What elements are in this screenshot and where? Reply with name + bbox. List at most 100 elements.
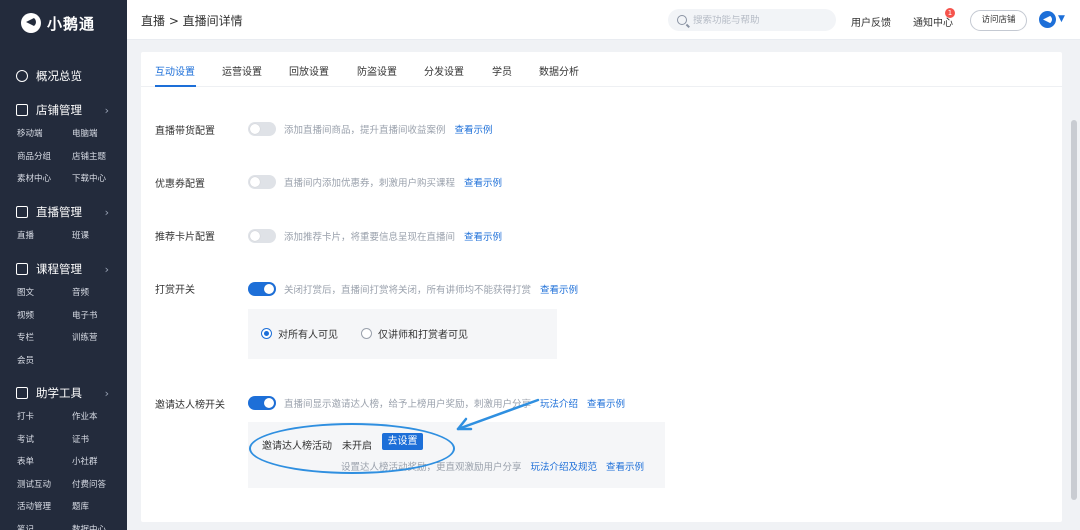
sidebar-item[interactable]: 题库 [72,496,127,519]
annotation-ellipse [249,423,455,474]
sidebar-item[interactable]: 会员 [17,350,72,373]
visibility-all-radio[interactable]: 对所有人可见 [261,326,338,341]
tab-students[interactable]: 学员 [492,63,512,78]
sidebar: 小鹅通 概况总览 店铺管理 › 移动端 电脑端 商品分组 店铺主题 素材中心 下载… [0,0,127,530]
sidebar-group-title: 课程管理 [36,262,82,276]
annotation-arrow-icon [456,398,540,431]
page-scrollbar[interactable] [1071,120,1077,500]
reward-switch-desc: 关闭打赏后，直播间打赏将关闭，所有讲师均不能获得打赏 查看示例 [284,282,578,296]
sidebar-item[interactable]: 作业本 [72,406,127,429]
tab-interaction[interactable]: 互动设置 [155,63,195,78]
coupon-config-label: 优惠券配置 [155,179,205,190]
example-link[interactable]: 查看示例 [464,178,502,189]
sidebar-item[interactable]: 电子书 [72,305,127,328]
video-icon [16,206,28,218]
sidebar-item[interactable]: 小社群 [72,451,127,474]
search-input[interactable] [693,14,833,26]
notice-badge: 1 [945,8,955,18]
settings-card: 互动设置 运营设置 回放设置 防盗设置 分发设置 学员 数据分析 直播带货配置 … [141,52,1062,522]
sidebar-item[interactable]: 考试 [17,429,72,452]
feedback-link[interactable]: 用户反馈 [851,14,891,29]
rules-link[interactable]: 玩法介绍及规范 [531,462,598,473]
sidebar-item-live[interactable]: 直播 [17,225,72,248]
recommend-card-desc: 添加推荐卡片，将重要信息呈现在直播间 查看示例 [284,229,502,243]
breadcrumb: 直播 > 直播间详情 [141,14,243,28]
active-tab-indicator [155,85,196,87]
goods-config-label: 直播带货配置 [155,126,215,137]
reward-switch-toggle[interactable] [248,282,276,296]
visit-store-button[interactable]: 访问店铺 [970,10,1027,31]
sidebar-item[interactable]: 下载中心 [72,168,127,191]
sidebar-group-title: 直播管理 [36,205,82,219]
radio-label: 对所有人可见 [278,330,338,341]
sidebar-item[interactable]: 班课 [72,225,127,248]
sidebar-item[interactable]: 训练营 [72,327,127,350]
store-icon [16,104,28,116]
sidebar-group-course: 课程管理 › 图文 音频 视频 电子书 专栏 训练营 会员 [0,259,127,372]
avatar[interactable] [1039,11,1056,28]
recommend-card-toggle[interactable] [248,229,276,243]
sidebar-item[interactable]: 付费问答 [72,474,127,497]
rules-link[interactable]: 玩法介绍 [540,399,578,410]
tab-bar: 互动设置 运营设置 回放设置 防盗设置 分发设置 学员 数据分析 [141,52,1062,87]
sidebar-group-header[interactable]: 课程管理 › [0,259,127,279]
app-name: 小鹅通 [47,14,96,33]
sidebar-group-live: 直播管理 › 直播 班课 [0,202,127,248]
chevron-right-icon: › [104,103,109,117]
radio-checked-icon [261,328,272,339]
sidebar-item[interactable]: 移动端 [17,123,72,146]
tools-icon [16,387,28,399]
sidebar-item[interactable]: 音频 [72,282,127,305]
invite-ranking-toggle[interactable] [248,396,276,410]
sidebar-item[interactable]: 专栏 [17,327,72,350]
desc-text: 添加直播间商品，提升直播间收益案例 [284,125,446,136]
tab-distribution[interactable]: 分发设置 [424,63,464,78]
search-box[interactable] [668,9,836,31]
tab-operation[interactable]: 运营设置 [222,63,262,78]
chevron-right-icon: › [104,262,109,276]
overview-icon [16,70,28,82]
example-link[interactable]: 查看示例 [587,399,625,410]
sidebar-item[interactable]: 测试互动 [17,474,72,497]
top-header: 直播 > 直播间详情 用户反馈 通知中心 1 访问店铺 ▼ [127,0,1080,40]
sidebar-item[interactable]: 数据中心 [72,519,127,530]
sidebar-group-header[interactable]: 助学工具 › [0,383,127,403]
sidebar-item[interactable]: 活动管理 [17,496,72,519]
app-logo[interactable]: 小鹅通 [21,10,95,36]
sidebar-item[interactable]: 笔记 [17,519,72,530]
goods-config-desc: 添加直播间商品，提升直播间收益案例 查看示例 [284,122,493,136]
coupon-config-toggle[interactable] [248,175,276,189]
sidebar-group-title: 店铺管理 [36,103,82,117]
sidebar-item[interactable]: 素材中心 [17,168,72,191]
sidebar-item[interactable]: 视频 [17,305,72,328]
visibility-limited-radio[interactable]: 仅讲师和打赏者可见 [361,326,468,341]
logo-icon [21,13,41,33]
sidebar-group-header[interactable]: 直播管理 › [0,202,127,222]
reward-visibility-box: 对所有人可见 仅讲师和打赏者可见 [248,309,557,359]
goods-config-toggle[interactable] [248,122,276,136]
sidebar-item[interactable]: 图文 [17,282,72,305]
sidebar-item[interactable]: 商品分组 [17,146,72,169]
sidebar-item[interactable]: 证书 [72,429,127,452]
example-link[interactable]: 查看示例 [464,232,502,243]
sidebar-item-overview[interactable]: 概况总览 [0,66,127,86]
tab-antitheft[interactable]: 防盗设置 [357,63,397,78]
chevron-right-icon: › [104,205,109,219]
example-link[interactable]: 查看示例 [455,125,493,136]
sidebar-group-tools: 助学工具 › 打卡 作业本 考试 证书 表单 小社群 测试互动 付费问答 活动管理… [0,383,127,530]
sidebar-item[interactable]: 表单 [17,451,72,474]
tab-analytics[interactable]: 数据分析 [539,63,579,78]
sidebar-group-header[interactable]: 店铺管理 › [0,100,127,120]
recommend-card-label: 推荐卡片配置 [155,232,215,243]
chevron-down-icon[interactable]: ▼ [1058,14,1065,24]
tab-replay[interactable]: 回放设置 [289,63,329,78]
sidebar-item[interactable]: 店铺主题 [72,146,127,169]
radio-unchecked-icon [361,328,372,339]
sidebar-item[interactable]: 电脑端 [72,123,127,146]
sidebar-item-label: 概况总览 [36,69,82,83]
example-link[interactable]: 查看示例 [606,462,644,473]
chevron-right-icon: › [104,386,109,400]
example-link[interactable]: 查看示例 [540,285,578,296]
sidebar-item[interactable]: 打卡 [17,406,72,429]
coupon-config-desc: 直播间内添加优惠券，刺激用户购买课程 查看示例 [284,175,502,189]
